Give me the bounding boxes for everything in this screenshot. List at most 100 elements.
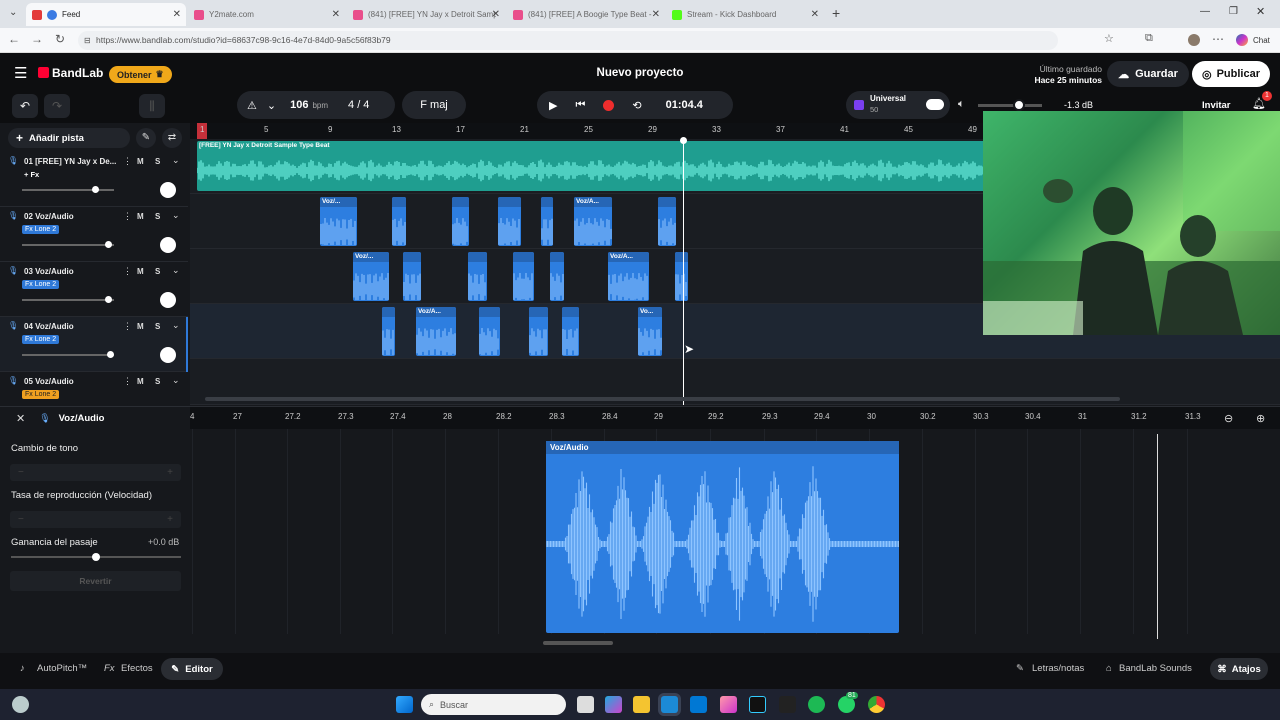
tiktok-icon[interactable]	[749, 696, 766, 713]
publish-button[interactable]: ◎ Publicar	[1192, 61, 1270, 87]
vocal-clip[interactable]	[513, 252, 534, 301]
sounds-button[interactable]: BandLab Sounds	[1119, 663, 1192, 674]
new-tab-icon[interactable]: +	[832, 5, 840, 21]
close-window-icon[interactable]: ✕	[1256, 5, 1265, 18]
track-volume-slider[interactable]	[22, 296, 114, 303]
copilot-taskbar-icon[interactable]	[605, 696, 622, 713]
track-volume-slider[interactable]	[22, 351, 115, 358]
playhead-handle[interactable]	[680, 137, 687, 144]
profile-avatar[interactable]	[1188, 34, 1200, 46]
effects-button[interactable]: Efectos	[121, 663, 153, 674]
redo-icon[interactable]: ↷	[44, 94, 70, 118]
speaker-icon[interactable]: 🔈︎	[958, 98, 965, 111]
vocal-clip[interactable]: Voz/...	[353, 252, 389, 301]
pan-knob[interactable]	[160, 347, 176, 363]
track-fx-button[interactable]: + Fx	[24, 170, 39, 179]
copilot-icon[interactable]	[1236, 34, 1248, 46]
menu-icon[interactable]: ☰	[14, 64, 27, 82]
vocal-clip[interactable]	[468, 252, 487, 301]
lyrics-button[interactable]: Letras/notas	[1032, 663, 1084, 674]
mute-button[interactable]: M	[137, 212, 144, 221]
weather-icon[interactable]	[12, 696, 29, 713]
pan-knob[interactable]	[160, 182, 176, 198]
editor-ruler[interactable]: 4 27 27.2 27.3 27.4 28 28.2 28.3 28.4 29 29.2 29.3 2…	[190, 407, 1280, 429]
taskbar-search[interactable]: ⌕ Buscar	[421, 694, 566, 715]
instagram-icon[interactable]	[720, 696, 737, 713]
volume-knob[interactable]	[107, 351, 115, 358]
track-header-4[interactable]: 🎙︎ 04 Voz/Audio Fx Lone 2 ⋮ M S ⌄	[0, 317, 188, 372]
start-icon[interactable]	[396, 696, 413, 713]
solo-button[interactable]: S	[155, 212, 160, 221]
vocal-clip[interactable]: Voz/A...	[416, 307, 456, 356]
mute-button[interactable]: M	[137, 267, 144, 276]
vocal-clip[interactable]	[541, 197, 553, 246]
chevron-down-icon[interactable]: ⌄	[172, 320, 180, 331]
add-track-button[interactable]: + Añadir pista	[8, 128, 130, 148]
brand-name[interactable]: BandLab	[52, 66, 103, 80]
solo-button[interactable]: S	[155, 322, 160, 331]
vocal-clip[interactable]	[550, 252, 564, 301]
minus-icon[interactable]: −	[18, 467, 24, 478]
volume-knob[interactable]	[105, 241, 113, 248]
plus-icon[interactable]: +	[167, 514, 173, 525]
pitch-stepper[interactable]: − +	[10, 464, 181, 481]
vocal-clip[interactable]	[452, 197, 469, 246]
track-name[interactable]: 03 Voz/Audio	[24, 267, 116, 276]
universal-label[interactable]: Universal	[870, 94, 906, 103]
obtener-button[interactable]: Obtener ♛	[109, 66, 172, 83]
record-icon[interactable]	[603, 99, 615, 111]
close-tab-icon[interactable]: ✕	[332, 9, 340, 20]
mute-button[interactable]: M	[137, 157, 144, 166]
track-header-3[interactable]: 🎙︎ 03 Voz/Audio Fx Lone 2 ⋮ M S ⌄	[0, 262, 188, 317]
close-tab-icon[interactable]: ✕	[652, 9, 660, 20]
url-field[interactable]: ⊟ https://www.bandlab.com/studio?id=6863…	[78, 31, 1058, 50]
mute-button[interactable]: M	[137, 322, 144, 331]
reload-icon[interactable]: ↻	[55, 32, 65, 46]
speed-stepper[interactable]: − +	[10, 511, 181, 528]
tab-feed[interactable]: Feed ✕	[26, 3, 186, 26]
project-title[interactable]: Nuevo proyecto	[540, 67, 740, 79]
vocal-clip[interactable]: Voz/A...	[608, 252, 649, 301]
vocal-clip[interactable]	[529, 307, 548, 356]
pan-knob[interactable]	[160, 237, 176, 253]
gain-knob[interactable]	[92, 553, 100, 561]
shortcuts-button[interactable]: ⌘ Atajos	[1210, 658, 1268, 680]
back-icon[interactable]: ←	[8, 32, 20, 46]
key-button[interactable]: F maj	[402, 91, 466, 119]
editor-end-marker[interactable]	[1157, 434, 1158, 639]
track-header-1[interactable]: 🎙︎ 01 [FREE] YN Jay x De... + Fx ⋮ M S ⌄	[0, 152, 188, 207]
invite-button[interactable]: Invitar	[1202, 100, 1231, 111]
track-more-icon[interactable]: ⋮	[123, 376, 132, 387]
beat-clip[interactable]: [FREE] YN Jay x Detroit Sample Type Beat	[197, 141, 987, 191]
metronome-dropdown-icon[interactable]: ⌄	[267, 99, 276, 112]
track-volume-slider[interactable]	[22, 186, 114, 193]
play-icon[interactable]: ▶	[549, 99, 557, 112]
revert-button[interactable]: Revertir	[10, 571, 181, 591]
track-fx-button[interactable]: Fx Lone 2	[22, 390, 60, 399]
solo-button[interactable]: S	[155, 267, 160, 276]
vocal-clip[interactable]	[382, 307, 395, 356]
forward-icon[interactable]: →	[31, 32, 43, 46]
plus-icon[interactable]: +	[167, 467, 173, 478]
metronome-icon[interactable]: ⚠	[247, 99, 257, 112]
horizontal-scrollbar[interactable]	[205, 397, 1120, 401]
bandlab-logo-icon[interactable]	[38, 67, 49, 78]
volume-knob[interactable]	[91, 186, 99, 193]
editor-tab-button[interactable]: ✎ Editor	[161, 658, 223, 680]
track-name[interactable]: 01 [FREE] YN Jay x De...	[24, 157, 116, 166]
track-fx-button[interactable]: Fx Lone 2	[22, 335, 60, 344]
app-icon[interactable]	[779, 696, 796, 713]
vocal-clip[interactable]	[479, 307, 500, 356]
universal-toggle[interactable]	[926, 99, 944, 110]
close-tab-icon[interactable]: ✕	[173, 9, 181, 20]
zoom-out-icon[interactable]: ⊖	[1224, 412, 1233, 425]
chevron-down-icon[interactable]: ⌄	[172, 375, 180, 386]
file-explorer-icon[interactable]	[633, 696, 650, 713]
favorite-star-icon[interactable]: ☆	[1104, 32, 1114, 45]
minimize-icon[interactable]: —	[1200, 6, 1210, 17]
track-name[interactable]: 05 Voz/Audio	[24, 377, 116, 386]
vocal-clip[interactable]	[675, 252, 688, 301]
editor-audio-clip[interactable]: Voz/Audio	[546, 441, 899, 633]
undo-icon[interactable]: ↶	[12, 94, 38, 118]
vocal-clip[interactable]	[562, 307, 579, 356]
